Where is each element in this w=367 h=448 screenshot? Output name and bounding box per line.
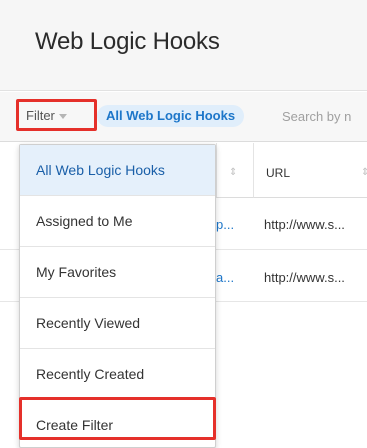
page-header: Web Logic Hooks xyxy=(0,0,367,91)
menu-item-all-web-logic-hooks[interactable]: All Web Logic Hooks xyxy=(20,145,215,196)
sort-icon[interactable]: ⇕ xyxy=(361,167,367,178)
menu-item-assigned-to-me[interactable]: Assigned to Me xyxy=(20,196,215,247)
active-filter-pill[interactable]: All Web Logic Hooks xyxy=(97,105,245,127)
record-name-link[interactable]: a... xyxy=(216,270,234,285)
menu-item-recently-viewed[interactable]: Recently Viewed xyxy=(20,298,215,349)
filter-button-highlight xyxy=(16,99,97,131)
sort-icon[interactable]: ⇕ xyxy=(229,167,237,178)
url-cell: http://www.s... xyxy=(264,217,345,232)
page-title: Web Logic Hooks xyxy=(35,28,220,55)
create-filter-highlight xyxy=(19,397,216,440)
url-cell: http://www.s... xyxy=(264,270,345,285)
menu-item-recently-created[interactable]: Recently Created xyxy=(20,349,215,400)
column-header-url-label: URL xyxy=(266,166,291,180)
search-input[interactable] xyxy=(280,103,367,129)
menu-item-my-favorites[interactable]: My Favorites xyxy=(20,247,215,298)
record-name-link[interactable]: p... xyxy=(216,217,234,232)
